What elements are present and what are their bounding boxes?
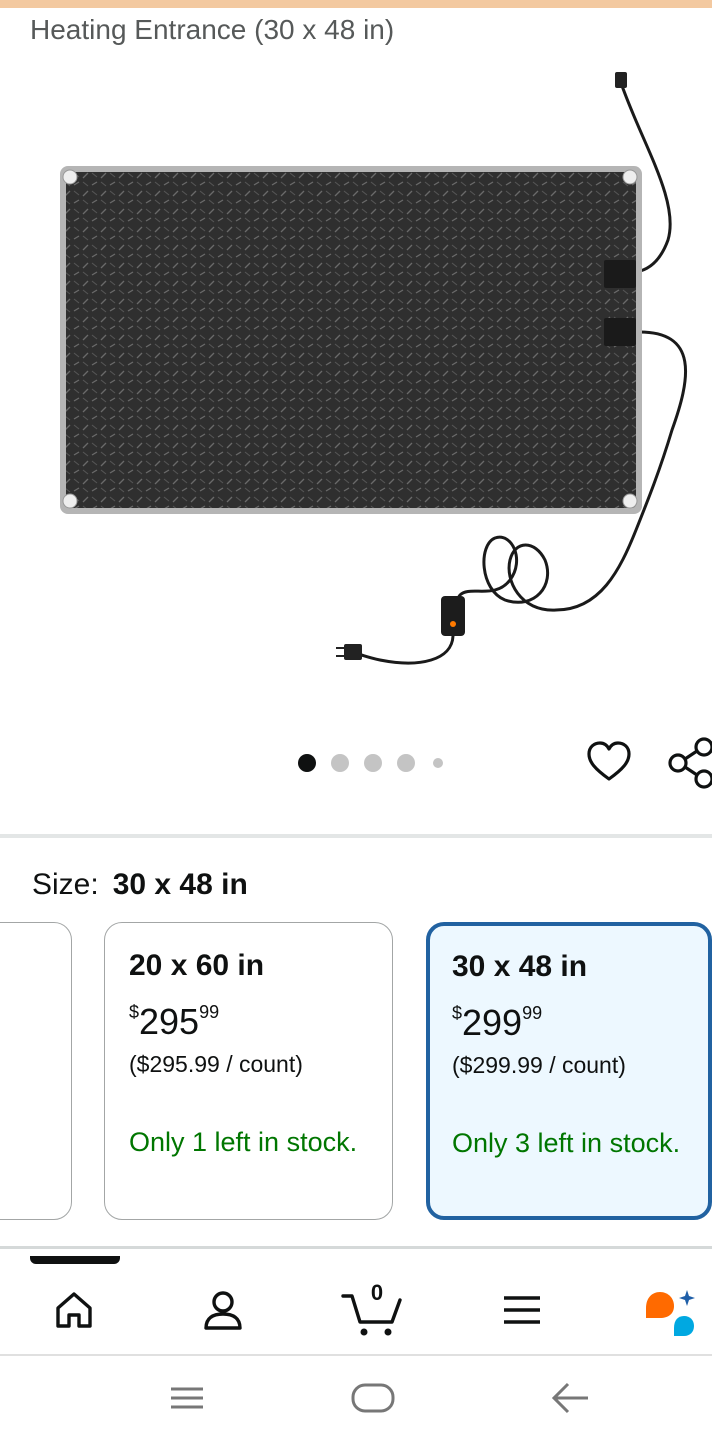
- home-pill-icon: [351, 1383, 395, 1413]
- share-icon: [668, 737, 712, 789]
- carousel-dot-5[interactable]: [433, 758, 443, 768]
- home-icon: [56, 1292, 92, 1328]
- product-image[interactable]: [40, 60, 712, 700]
- image-carousel-dots[interactable]: [296, 752, 456, 774]
- back-button[interactable]: [545, 1376, 595, 1420]
- carousel-dot-4[interactable]: [397, 754, 415, 772]
- size-option-card-30x48[interactable]: 30 x 48 in $29999 ($299.99 / count) Only…: [426, 922, 712, 1220]
- price-fraction: 99: [522, 1003, 543, 1023]
- account-icon: [204, 1291, 242, 1330]
- size-selector-heading: Size: 30 x 48 in: [32, 868, 248, 902]
- nav-rufus-assistant-button[interactable]: [640, 1280, 704, 1340]
- nav-cart-button[interactable]: 0: [340, 1280, 404, 1340]
- wishlist-button[interactable]: [585, 738, 633, 786]
- size-option-unit-price: ($295.99 / count): [129, 1051, 303, 1077]
- size-option-price: $29599: [129, 1001, 219, 1043]
- back-icon: [551, 1382, 588, 1414]
- rufus-assistant-icon: [646, 1290, 695, 1336]
- top-strip: [0, 0, 712, 8]
- size-selected-value: 30 x 48 in: [112, 868, 248, 901]
- product-title: Heating Entrance (30 x 48 in): [30, 14, 395, 45]
- section-divider: [0, 834, 712, 838]
- bottom-separator: [0, 1246, 712, 1249]
- cart-count-badge: 0: [370, 1280, 384, 1305]
- size-option-price: $29999: [452, 1002, 542, 1044]
- menu-icon: [504, 1296, 540, 1324]
- bottom-nav-bar: 0: [0, 1264, 712, 1354]
- heated-mat-illustration: [60, 72, 687, 665]
- size-label: Size:: [32, 868, 99, 901]
- size-options-carousel[interactable]: ) 20 x 60 in $29599 ($295.99 / count) On…: [0, 922, 712, 1222]
- nav-menu-button[interactable]: [492, 1280, 552, 1340]
- carousel-dot-2[interactable]: [331, 754, 349, 772]
- size-option-card-20x60[interactable]: 20 x 60 in $29599 ($295.99 / count) Only…: [104, 922, 393, 1220]
- recents-icon: [171, 1387, 203, 1409]
- size-option-unit-price: ($299.99 / count): [452, 1052, 626, 1078]
- price-currency: $: [452, 1003, 463, 1023]
- system-home-button[interactable]: [348, 1376, 398, 1420]
- nav-account-button[interactable]: [193, 1280, 253, 1340]
- carousel-dot-3[interactable]: [364, 754, 382, 772]
- heart-icon: [587, 741, 631, 781]
- carousel-dot-1[interactable]: [298, 754, 316, 772]
- price-currency: $: [129, 1002, 140, 1022]
- price-whole: 299: [462, 1002, 523, 1043]
- size-option-card[interactable]: ): [0, 922, 72, 1220]
- size-option-size: 20 x 60 in: [129, 949, 265, 982]
- system-nav-bar: [0, 1356, 712, 1440]
- size-option-stock: Only 3 left in stock.: [452, 1128, 681, 1158]
- price-whole: 295: [139, 1001, 200, 1042]
- nav-home-button[interactable]: [44, 1280, 104, 1340]
- recents-button[interactable]: [162, 1376, 212, 1420]
- price-fraction: 99: [199, 1002, 220, 1022]
- size-option-stock: Only 1 left in stock.: [129, 1127, 358, 1157]
- share-button[interactable]: [666, 736, 712, 790]
- active-tab-indicator: [30, 1256, 120, 1264]
- size-option-size: 30 x 48 in: [452, 950, 588, 983]
